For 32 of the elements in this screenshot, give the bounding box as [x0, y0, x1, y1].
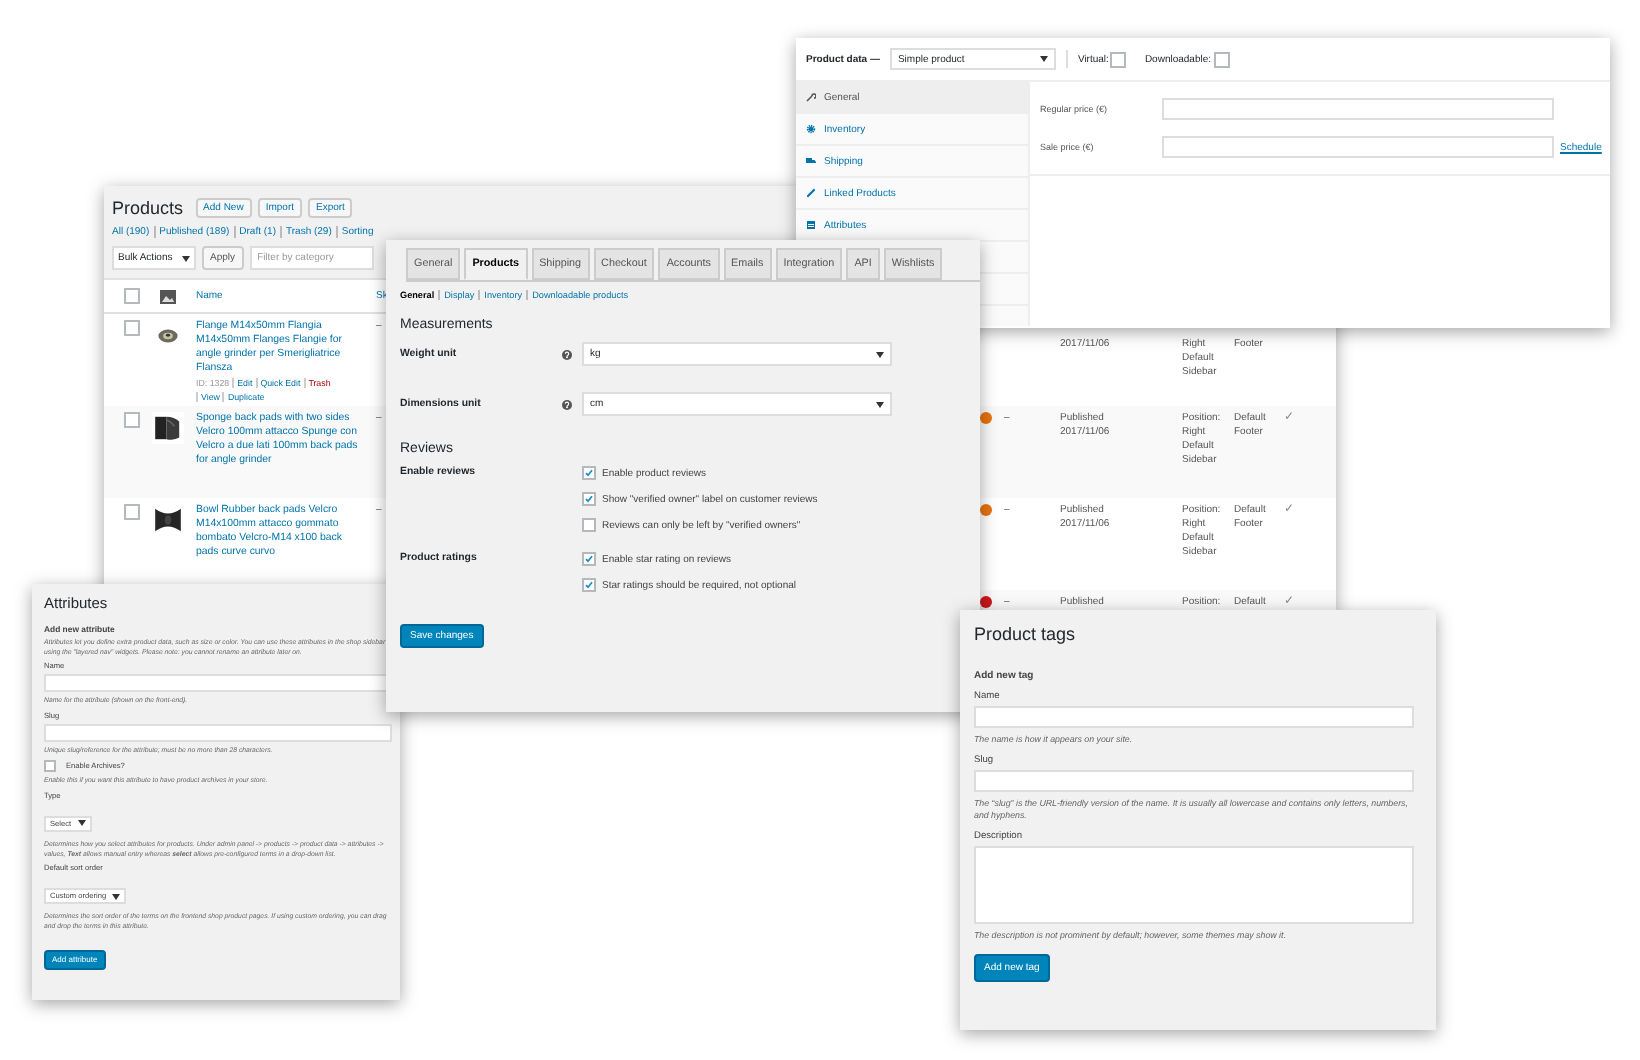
- description-field[interactable]: [974, 846, 1414, 924]
- checkbox[interactable]: [124, 320, 140, 336]
- checkbox[interactable]: [582, 518, 596, 532]
- gear-icon: [806, 124, 816, 134]
- checkbox[interactable]: [124, 288, 140, 304]
- price-field[interactable]: [1162, 98, 1554, 120]
- caret-icon: [876, 351, 884, 357]
- page-title: Products: [112, 198, 184, 218]
- checkbox[interactable]: [582, 492, 596, 506]
- caret-icon: [182, 255, 190, 261]
- checkbox[interactable]: [44, 760, 56, 773]
- table-icon: [806, 220, 816, 230]
- text-field[interactable]: [44, 674, 392, 693]
- image-icon: [160, 289, 176, 303]
- checkbox[interactable]: [582, 466, 596, 480]
- checkbox[interactable]: [582, 578, 596, 592]
- text-field[interactable]: [974, 706, 1414, 728]
- link-icon: [806, 188, 816, 198]
- caret-icon: [77, 820, 86, 827]
- text-field[interactable]: [974, 770, 1414, 792]
- checkbox[interactable]: [1110, 51, 1127, 67]
- caret-icon: [112, 893, 121, 900]
- price-field[interactable]: [1162, 136, 1554, 158]
- wrench-icon: [806, 92, 816, 102]
- checkbox[interactable]: [582, 552, 596, 566]
- checkbox[interactable]: [1213, 51, 1230, 67]
- checkbox[interactable]: [124, 504, 140, 520]
- truck-icon: [806, 156, 816, 166]
- checkbox[interactable]: [124, 412, 140, 428]
- text-field[interactable]: [44, 723, 392, 742]
- caret-icon: [1039, 56, 1048, 62]
- panel-title: Product tags: [974, 624, 1078, 644]
